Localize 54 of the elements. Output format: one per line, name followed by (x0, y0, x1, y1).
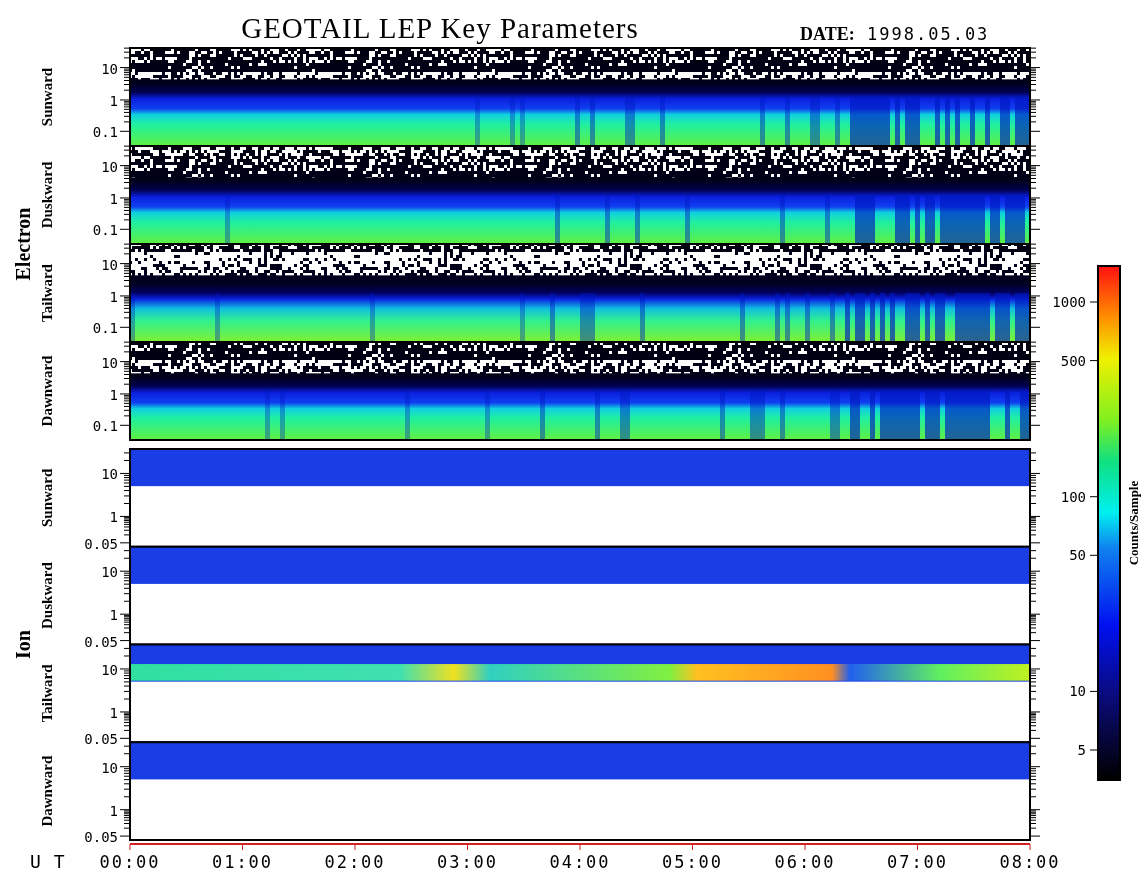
direction-label: Sunward (39, 468, 55, 528)
y-tick-label: 0.05 (84, 535, 118, 552)
y-tick-label: 1 (109, 802, 118, 819)
y-tick-label: 1 (109, 92, 118, 109)
y-tick-label: 0.1 (92, 124, 118, 141)
y-tick-label: 0.05 (84, 633, 118, 650)
y-tick-label: 0.1 (92, 418, 118, 435)
y-tick-label: 10 (101, 759, 118, 776)
y-tick-label: 10 (101, 256, 118, 273)
particle-group-label: Electron (12, 207, 34, 281)
y-tick-label: 10 (101, 564, 118, 581)
colorbar-tick-label: 100 (1060, 488, 1086, 505)
time-tick-label: 06:00 (774, 852, 836, 872)
y-tick-label: 0.05 (84, 829, 118, 846)
direction-label: Dawnward (39, 755, 55, 827)
time-tick-label: 05:00 (661, 852, 724, 872)
y-tick-label: 1 (109, 509, 118, 526)
time-tick-label: 01:00 (211, 852, 274, 872)
direction-label: Tailward (39, 264, 55, 322)
direction-label: Duskward (39, 161, 55, 229)
y-tick-label: 1 (109, 190, 118, 207)
colorbar-tick-label: 1000 (1052, 294, 1086, 310)
y-tick-label: 10 (101, 354, 118, 371)
time-tick-label: 07:00 (886, 852, 949, 872)
time-tick-label: 08:00 (999, 852, 1061, 872)
direction-label: Sunward (39, 67, 55, 127)
colorbar-tick-label: 5 (1077, 742, 1086, 758)
y-tick-label: 1 (109, 386, 118, 403)
y-tick-label: 0.1 (92, 320, 118, 337)
time-tick-label: 02:00 (324, 852, 386, 872)
time-tick-label: 03:00 (436, 852, 499, 872)
date-value: 1998.05.03 (867, 24, 990, 44)
colorbar-tick-label: 10 (1069, 683, 1086, 700)
plot-title: GEOTAIL LEP Key Parameters (241, 12, 639, 44)
date-label: DATE: (800, 24, 855, 44)
y-tick-label: 1 (109, 607, 118, 624)
direction-label: Dawnward (39, 355, 55, 427)
y-tick-label: 10 (101, 661, 118, 678)
y-tick-label: 1 (109, 288, 118, 305)
time-tick-label: 00:00 (99, 852, 161, 872)
colorbar-tick-label: 50 (1069, 547, 1086, 564)
y-tick-label: 1 (109, 704, 118, 721)
particle-group-label: Ion (12, 630, 34, 659)
y-tick-label: 0.05 (84, 731, 118, 748)
y-tick-label: 10 (101, 158, 118, 175)
direction-label: Duskward (39, 562, 55, 629)
time-tick-label: 04:00 (549, 852, 611, 872)
colorbar-label: Counts/Sample (1126, 480, 1141, 566)
time-axis-label: U T (30, 851, 66, 872)
y-tick-label: 10 (101, 60, 118, 77)
colorbar-tick-label: 500 (1060, 352, 1086, 369)
y-tick-label: 10 (101, 466, 118, 483)
y-tick-label: 0.1 (92, 222, 118, 239)
direction-label: Tailward (39, 664, 55, 723)
